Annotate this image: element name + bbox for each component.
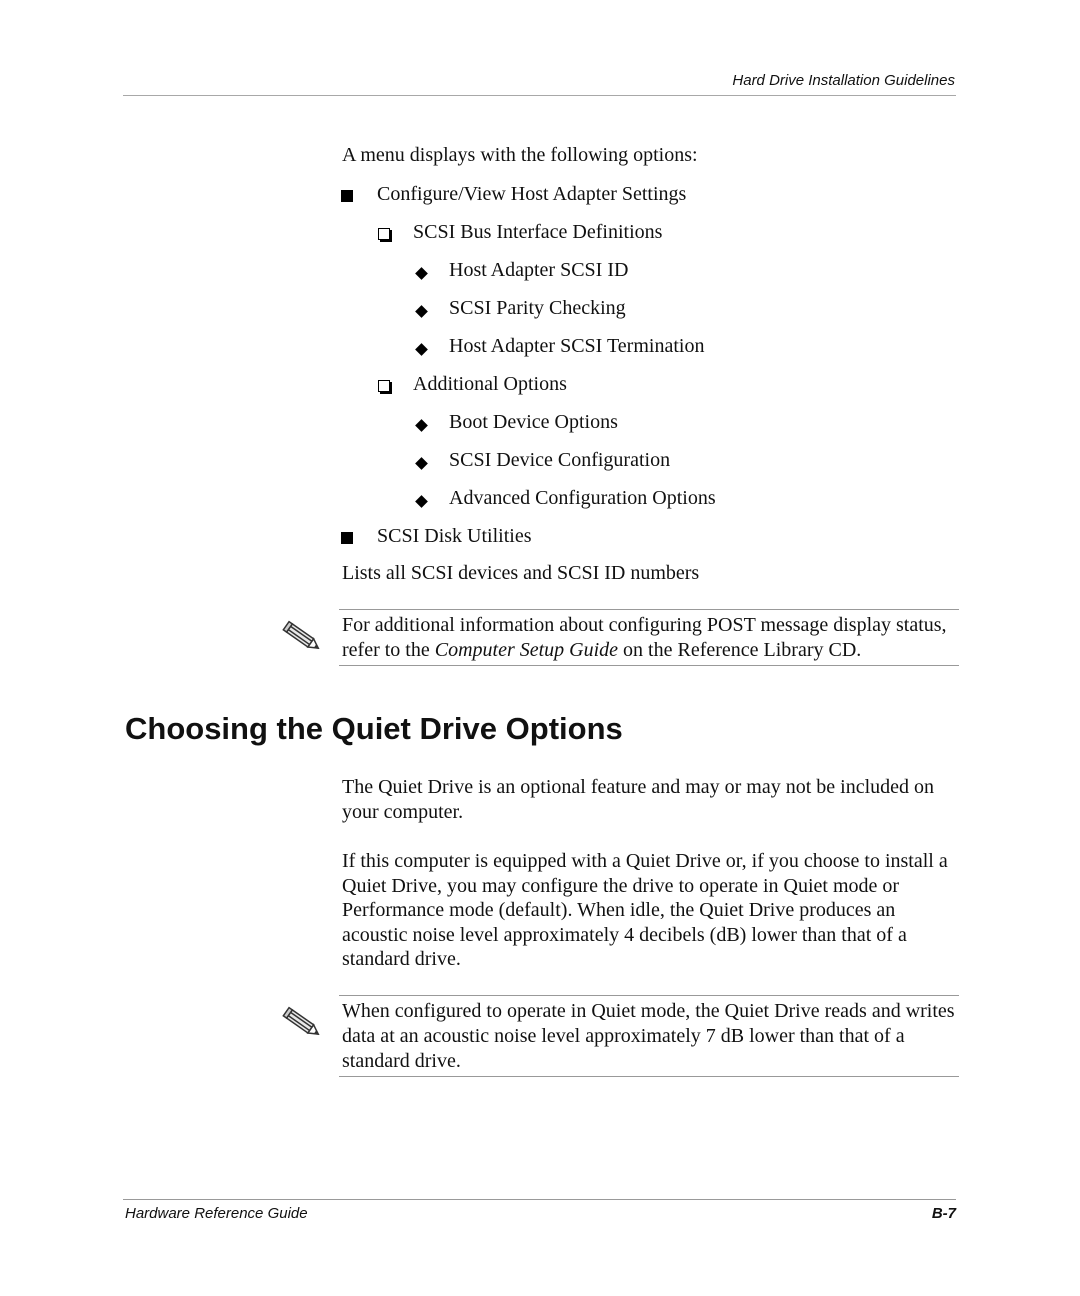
computer-setup-guide-reference: Computer Setup Guide [434, 639, 619, 661]
disk-utilities-description: Lists all SCSI devices and SCSI ID numbe… [342, 562, 700, 584]
menu-option-item: Boot Device Options [449, 411, 618, 433]
box-bullet-icon [378, 379, 390, 397]
diamond-bullet-icon [415, 341, 428, 359]
page-number: B-7 [931, 1205, 956, 1222]
pencil-note-icon [280, 618, 324, 663]
header-rule [123, 95, 956, 96]
quiet-drive-intro-paragraph: The Quiet Drive is an optional feature a… [342, 776, 935, 823]
footer-rule [123, 1199, 956, 1200]
menu-option-item: SCSI Bus Interface Definitions [413, 221, 663, 243]
menu-option-item: Host Adapter SCSI Termination [449, 335, 705, 357]
menu-option-item: Configure/View Host Adapter Settings [377, 183, 687, 205]
diamond-bullet-icon [415, 493, 428, 511]
running-header: Hard Drive Installation Guidelines [732, 72, 955, 89]
diamond-bullet-icon [415, 303, 428, 321]
menu-option-item: Advanced Configuration Options [449, 487, 716, 509]
note-post-message: For additional information about configu… [339, 609, 959, 666]
quiet-drive-config-paragraph: If this computer is equipped with a Quie… [342, 850, 948, 971]
square-bullet-icon [341, 531, 353, 549]
diamond-bullet-icon [415, 265, 428, 283]
section-heading: Choosing the Quiet Drive Options [125, 711, 623, 746]
menu-option-item: Additional Options [413, 373, 567, 395]
diamond-bullet-icon [415, 455, 428, 473]
pencil-note-icon [280, 1004, 324, 1049]
menu-option-item: SCSI Disk Utilities [377, 525, 532, 547]
note-text-end: on the Reference Library CD. [618, 639, 862, 661]
diamond-bullet-icon [415, 417, 428, 435]
menu-option-item: SCSI Device Configuration [449, 449, 671, 471]
square-bullet-icon [341, 189, 353, 207]
menu-option-item: SCSI Parity Checking [449, 297, 626, 319]
note-quiet-mode: When configured to operate in Quiet mode… [339, 995, 959, 1077]
box-bullet-icon [378, 227, 390, 245]
footer-guide-title: Hardware Reference Guide [125, 1205, 308, 1222]
menu-option-item: Host Adapter SCSI ID [449, 259, 629, 281]
intro-text: A menu displays with the following optio… [342, 144, 698, 166]
